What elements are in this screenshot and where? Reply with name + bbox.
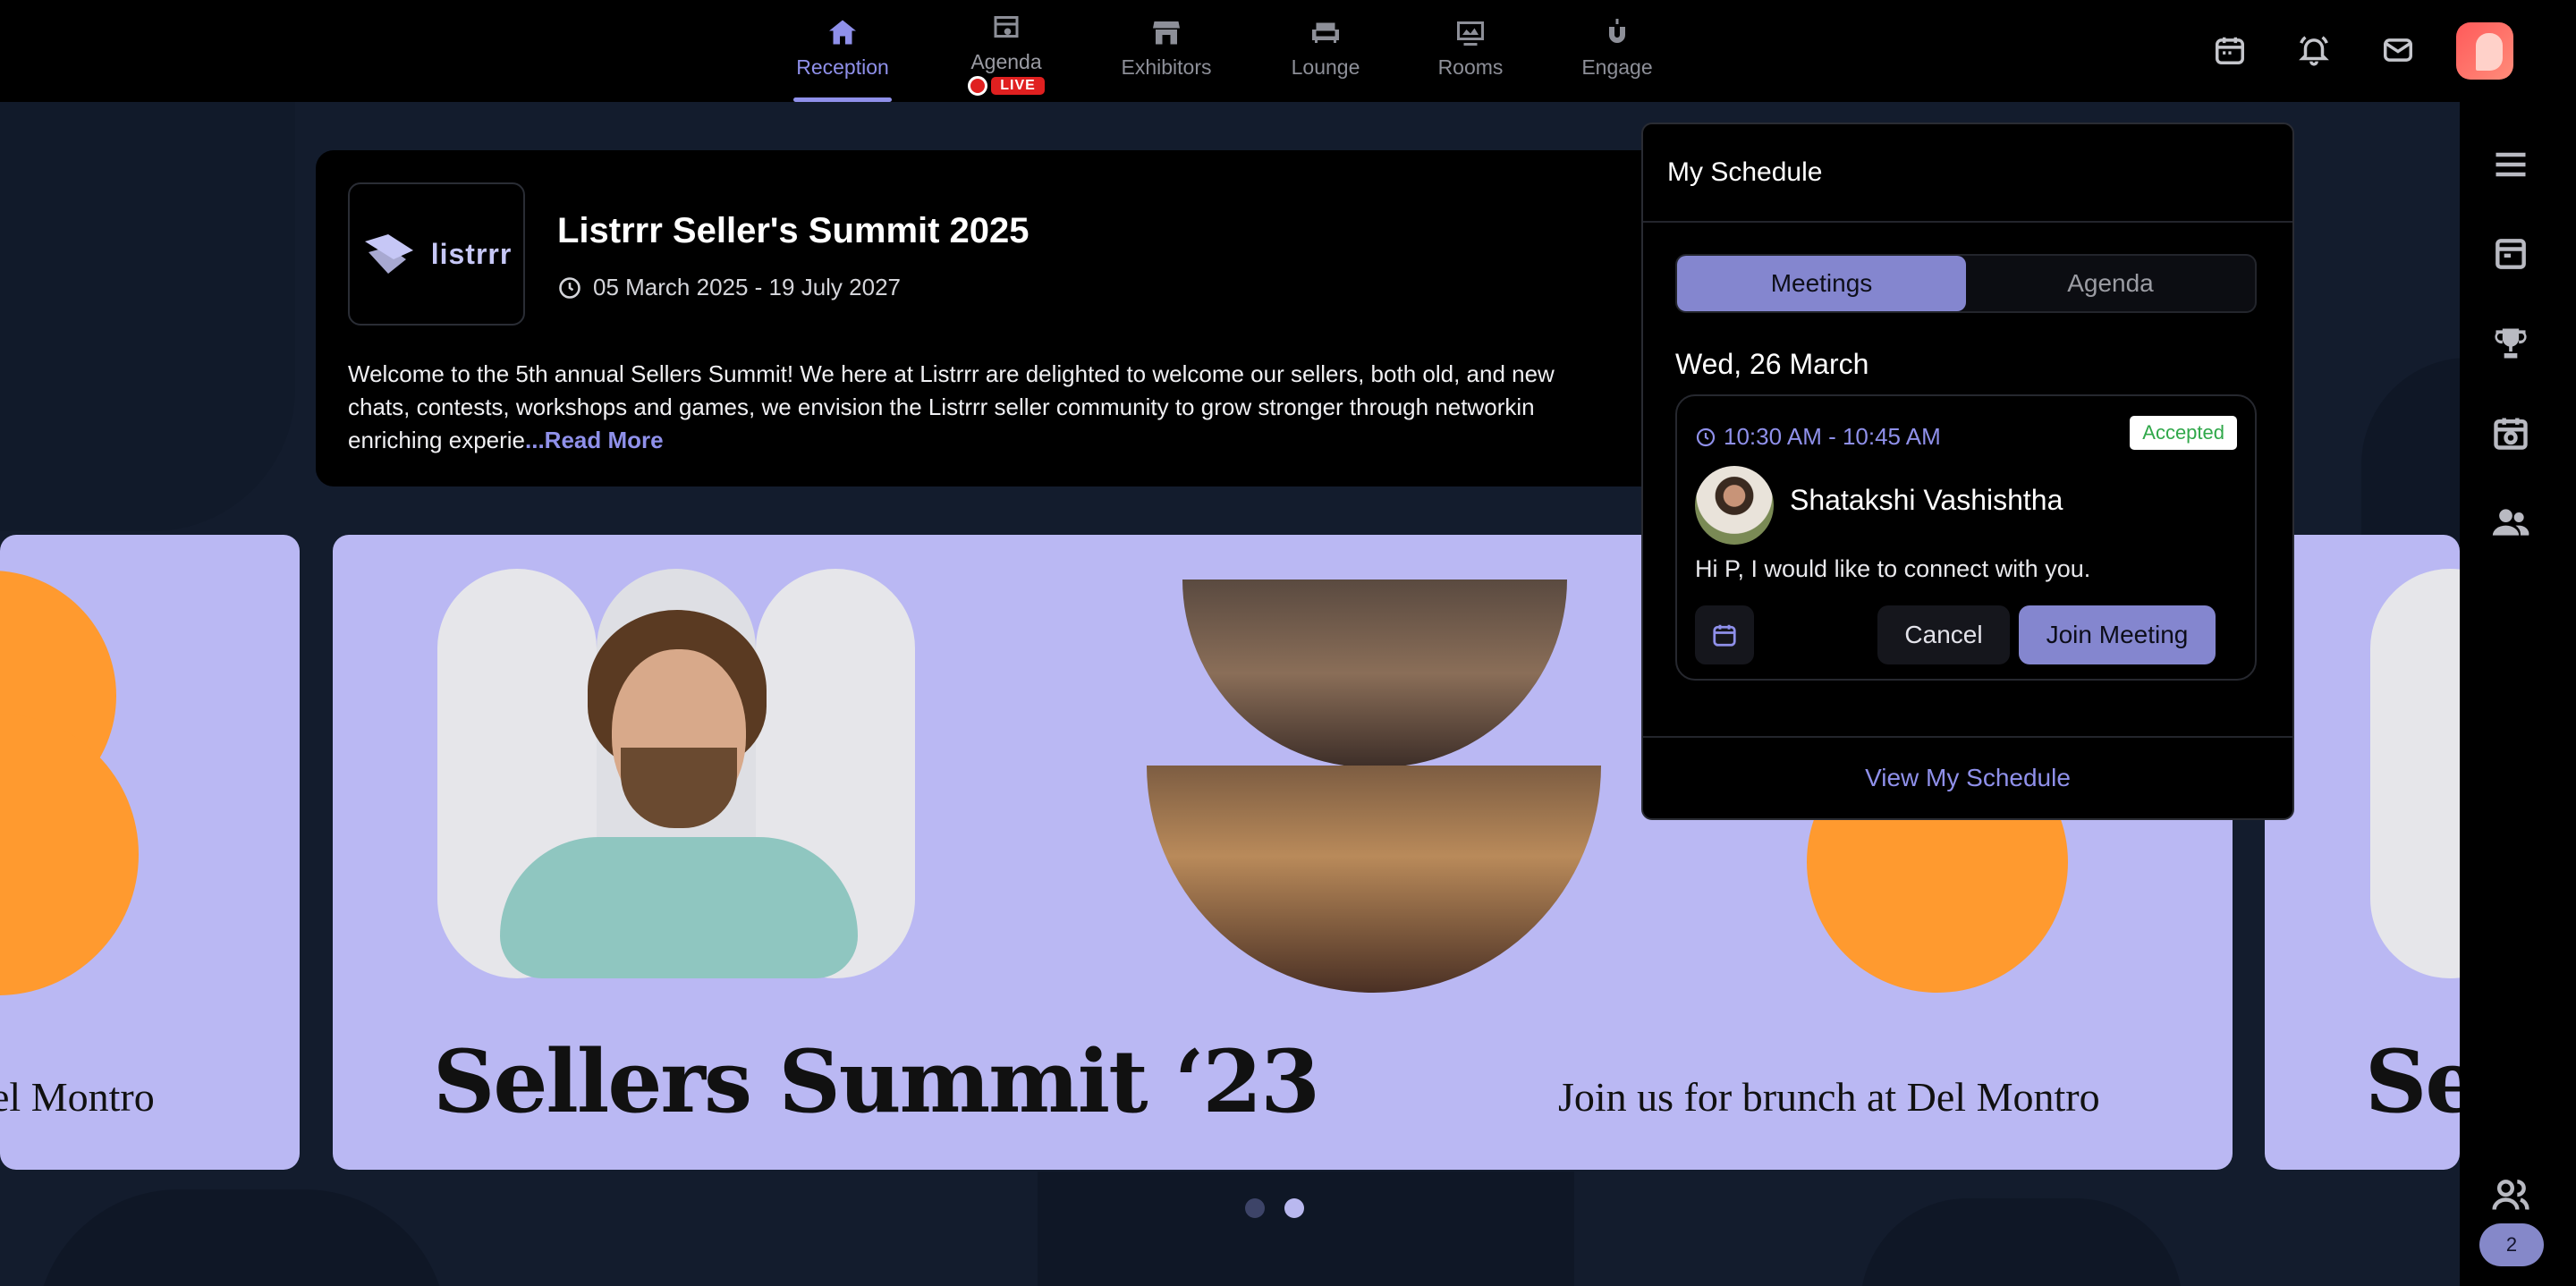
avatar-letter-shape — [2476, 33, 2503, 71]
slide-title: Se — [2365, 1031, 2460, 1132]
join-meeting-button[interactable]: Join Meeting — [2019, 605, 2216, 664]
bg-shape — [0, 102, 295, 531]
carousel-dot-1[interactable] — [1245, 1198, 1265, 1218]
schedule-title: My Schedule — [1643, 124, 2292, 223]
clock-icon — [559, 276, 580, 299]
listrrr-logo-icon — [364, 234, 413, 274]
nav-label: Reception — [796, 55, 889, 79]
nav-item-rooms[interactable]: Rooms — [1436, 16, 1504, 102]
magnet-icon — [1609, 19, 1625, 43]
carousel-dot-2[interactable] — [1284, 1198, 1304, 1218]
trophy-icon — [2495, 328, 2527, 359]
person-name: Shatakshi Vashishtha — [1790, 484, 2063, 516]
speaker-photo — [437, 569, 915, 978]
live-dot-icon — [968, 76, 988, 96]
clock-icon — [1696, 427, 1716, 446]
screen-icon — [1457, 21, 1484, 46]
calendar-icon — [2216, 37, 2244, 64]
messages-button[interactable] — [2381, 33, 2415, 67]
users-icon — [2492, 1180, 2529, 1210]
avatar — [1695, 466, 1774, 545]
attendees-button[interactable] — [2491, 1175, 2530, 1214]
event-dates: 05 March 2025 - 19 July 2027 — [557, 274, 901, 301]
brunch-photo-top — [1182, 580, 1567, 767]
bg-shape — [1860, 1198, 2182, 1286]
orange-circle-shape — [0, 714, 139, 995]
menu-button[interactable] — [2491, 145, 2530, 184]
attendee-count-badge[interactable]: 2 — [2479, 1223, 2544, 1266]
person-shirt — [500, 837, 858, 978]
nav-label: Agenda — [970, 50, 1042, 73]
my-schedule-popover: My Schedule Meetings Agenda Wed, 26 Marc… — [1641, 123, 2294, 820]
event-logo: listrrr — [348, 182, 525, 326]
carousel-pagination — [1245, 1198, 1304, 1218]
calendar-icon — [1713, 624, 1736, 647]
nav-item-reception[interactable]: Reception — [793, 16, 892, 102]
nav-label: Rooms — [1437, 55, 1504, 79]
meeting-card: 10:30 AM - 10:45 AM Accepted Shatakshi V… — [1675, 394, 2257, 681]
active-tab-indicator — [793, 97, 892, 102]
nav-item-engage[interactable]: Engage — [1580, 16, 1655, 102]
tab-meetings[interactable]: Meetings — [1677, 256, 1966, 311]
notifications-button[interactable] — [2297, 33, 2331, 67]
mail-icon — [2384, 38, 2412, 62]
bg-shape — [1038, 1172, 1574, 1286]
event-info-card: listrrr Listrrr Seller's Summit 2025 05 … — [316, 150, 1711, 486]
nav-item-exhibitors[interactable]: Exhibitors — [1120, 16, 1213, 102]
bg-shape — [36, 1189, 447, 1286]
camera-calendar-icon — [2494, 418, 2528, 450]
networking-button[interactable] — [2491, 503, 2530, 542]
schedule-date: Wed, 26 March — [1675, 348, 1869, 380]
meeting-time: 10:30 AM - 10:45 AM — [1695, 423, 1941, 451]
schedule-tabs: Meetings Agenda — [1675, 254, 2257, 313]
photo-arch — [2370, 569, 2460, 978]
leaderboard-button[interactable] — [2491, 324, 2530, 363]
view-my-schedule-link[interactable]: View My Schedule — [1643, 736, 2292, 818]
nav-item-lounge[interactable]: Lounge — [1288, 16, 1363, 102]
user-avatar[interactable] — [2456, 22, 2513, 80]
slide-title: Sellers Summit ‘23 — [433, 1031, 1320, 1132]
card-icon — [2496, 239, 2526, 269]
top-navigation-bar: Reception Agenda LIVE Exhibitors Lounge … — [0, 0, 2576, 102]
nav-label: Lounge — [1291, 55, 1360, 79]
home-icon — [829, 20, 856, 45]
my-calendar-button[interactable] — [2491, 413, 2530, 453]
event-description: Welcome to the 5th annual Sellers Summit… — [348, 358, 1690, 457]
slide-subtitle: el Montro — [0, 1074, 155, 1120]
nav-label: Exhibitors — [1121, 55, 1212, 79]
status-badge: Accepted — [2130, 416, 2237, 450]
cancel-button[interactable]: Cancel — [1877, 605, 2010, 664]
store-icon — [1153, 21, 1180, 45]
nav-item-agenda[interactable]: Agenda LIVE — [964, 11, 1048, 97]
sofa-icon — [1312, 22, 1339, 43]
main-nav: Reception Agenda LIVE Exhibitors Lounge … — [0, 0, 2576, 102]
tab-agenda[interactable]: Agenda — [1966, 256, 2255, 311]
brunch-photo-bottom — [1147, 766, 1601, 993]
slide-subtitle: Join us for brunch at Del Montro — [1558, 1074, 2100, 1120]
carousel-slide-prev[interactable]: el Montro — [0, 535, 300, 1170]
live-label: LIVE — [991, 77, 1045, 95]
meeting-time-text: 10:30 AM - 10:45 AM — [1724, 423, 1941, 450]
people-icon — [2492, 509, 2529, 536]
event-date-text: 05 March 2025 - 19 July 2027 — [593, 274, 901, 300]
event-title: Listrrr Seller's Summit 2025 — [557, 211, 1030, 250]
add-to-calendar-button[interactable] — [1695, 605, 1754, 664]
read-more-link[interactable]: ...Read More — [525, 427, 664, 453]
card-button[interactable] — [2491, 234, 2530, 274]
calendar-button[interactable] — [2213, 33, 2247, 67]
live-badge: LIVE — [968, 76, 1045, 96]
right-sidebar: 2 — [2460, 102, 2576, 1286]
agenda-icon — [994, 16, 1019, 38]
nav-label: Engage — [1581, 55, 1653, 79]
menu-icon — [2496, 152, 2526, 177]
bell-icon — [2299, 36, 2329, 66]
logo-text: listrrr — [430, 237, 513, 270]
meeting-message: Hi P, I would like to connect with you. — [1695, 555, 2091, 582]
